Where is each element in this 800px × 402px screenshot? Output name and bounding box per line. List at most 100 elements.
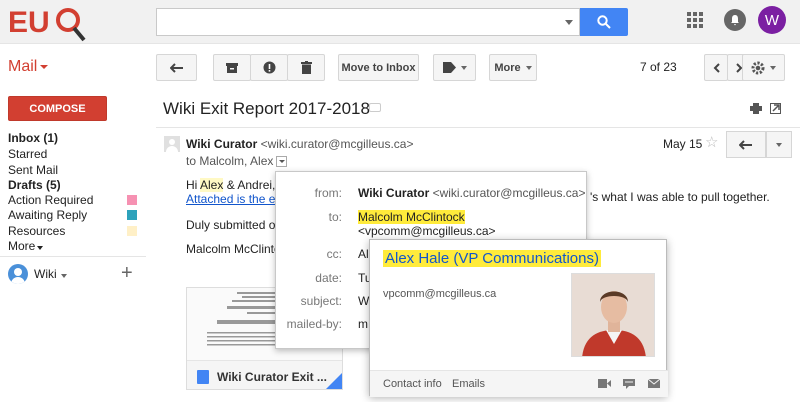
chevron-down-icon [60, 274, 67, 278]
sender[interactable]: Wiki Curator <wiki.curator@mcgilleus.ca> [186, 137, 413, 151]
search-input[interactable] [156, 8, 580, 36]
chevron-down-icon [37, 246, 44, 250]
search-options-chevron-icon[interactable] [565, 20, 573, 25]
star-icon[interactable]: ☆ [705, 133, 718, 151]
chevron-down-icon [776, 142, 782, 147]
sidebar-more-label: More [8, 239, 36, 253]
spam-icon [263, 61, 275, 74]
move-to-inbox-button[interactable]: Move to Inbox [338, 54, 419, 81]
contact-info-link[interactable]: Contact info [383, 378, 442, 390]
back-button[interactable] [156, 54, 197, 81]
details-mailedby-label: mailed-by: [286, 317, 342, 331]
details-to-label: to: [328, 210, 342, 224]
sidebar-item-drafts[interactable]: Drafts (5) [8, 177, 61, 193]
contact-card-footer: Contact info Emails [370, 370, 668, 397]
chevron-left-icon [713, 62, 720, 73]
details-subject-label: subject: [300, 294, 342, 308]
details-to-name: Malcolm McClintock [358, 210, 465, 224]
sidebar-item-action-required[interactable]: Action Required [8, 192, 93, 208]
sidebar-item-inbox[interactable]: Inbox (1) [8, 130, 58, 146]
mail-label: Mail [8, 58, 38, 75]
sidebar-item-awaiting-reply[interactable]: Awaiting Reply [8, 207, 87, 223]
body-line-continuation: 's what I was able to pull together. [590, 190, 770, 204]
label-color-swatch[interactable] [127, 226, 137, 236]
svg-text:EU: EU [8, 6, 50, 39]
details-cc-value: Al [358, 247, 369, 261]
google-doc-icon [197, 370, 209, 384]
details-date-label: date: [315, 271, 342, 285]
details-from-name: Wiki Curator [358, 186, 430, 200]
eus-logo[interactable]: EU [6, 2, 86, 42]
move-to-inbox-label: Move to Inbox [341, 61, 416, 74]
contact-email: vpcomm@mcgilleus.ca [383, 288, 497, 300]
attachment-link[interactable]: Attached is the ex [186, 192, 281, 206]
compose-button[interactable]: COMPOSE [8, 96, 107, 121]
sidebar-item-resources[interactable]: Resources [8, 223, 65, 239]
sidebar-divider [0, 256, 146, 257]
show-details-chevron-icon[interactable] [276, 156, 288, 168]
emails-link[interactable]: Emails [452, 378, 485, 390]
back-arrow-icon [169, 62, 183, 73]
sidebar-item-sent-mail[interactable]: Sent Mail [8, 162, 58, 178]
contact-name[interactable]: Alex Hale (VP Communications) [383, 250, 601, 267]
sidebar-item-more[interactable]: More [8, 238, 44, 254]
apps-grid-icon[interactable] [687, 12, 703, 28]
tag-icon [442, 62, 456, 73]
add-icon[interactable]: + [121, 262, 133, 285]
reply-button[interactable] [726, 131, 766, 158]
search-button[interactable] [580, 8, 628, 36]
body-signature: Malcolm McClinto [186, 242, 281, 256]
details-from-email: <wiki.curator@mcgilleus.ca> [432, 186, 586, 200]
details-from-label: from: [314, 186, 342, 200]
pagination-count: 7 of 23 [640, 60, 677, 74]
report-spam-button[interactable] [250, 54, 288, 81]
contact-photo [571, 273, 655, 357]
details-to-value: Malcolm McClintock <vpcomm@mcgilleus.ca> [358, 210, 496, 238]
reply-more-button[interactable] [766, 131, 792, 158]
notifications-bell-icon[interactable] [724, 9, 746, 31]
label-color-swatch[interactable] [127, 195, 137, 205]
settings-button[interactable] [742, 54, 785, 81]
more-button[interactable]: More [489, 54, 537, 81]
hangouts-avatar[interactable] [8, 264, 28, 284]
sender-email: <wiki.curator@mcgilleus.ca> [260, 137, 414, 151]
print-icon[interactable] [750, 103, 762, 114]
sender-avatar[interactable] [164, 136, 180, 158]
email-icon[interactable] [648, 379, 660, 388]
labels-button[interactable] [433, 54, 476, 81]
newer-button[interactable] [704, 54, 728, 81]
chevron-down-icon [460, 65, 467, 70]
new-window-icon[interactable] [770, 103, 781, 114]
body-line: Duly submitted or [186, 218, 280, 232]
chevron-down-icon [40, 64, 49, 69]
greeting-suffix: & Andrei, [223, 178, 276, 192]
more-label: More [494, 61, 521, 74]
sidebar-item-starred[interactable]: Starred [8, 146, 47, 162]
mail-switcher[interactable]: Mail [8, 58, 49, 76]
subject-divider [156, 127, 800, 128]
hangouts-user-name: Wiki [34, 267, 57, 281]
hangouts-user[interactable]: Wiki [34, 267, 67, 281]
body-greeting: Hi Alex & Andrei, [186, 178, 275, 192]
chat-icon[interactable] [623, 379, 635, 389]
delete-button[interactable] [287, 54, 325, 81]
message-subject: Wiki Exit Report 2017-2018 [163, 99, 370, 118]
sender-name: Wiki Curator [186, 137, 258, 151]
label-tag-icon[interactable] [369, 103, 381, 112]
details-mailedby-value: m [358, 317, 368, 331]
account-avatar[interactable]: W [758, 6, 786, 34]
attachment-fold-corner [326, 373, 342, 389]
search-icon [597, 15, 611, 29]
greeting-prefix: Hi [186, 178, 201, 192]
details-to-email: <vpcomm@mcgilleus.ca> [358, 224, 496, 238]
chevron-down-icon [525, 65, 532, 70]
top-bar: EU W [0, 0, 800, 44]
attachment-footer: Wiki Curator Exit ... [187, 360, 342, 389]
recipients-text: to Malcolm, Alex [186, 154, 274, 168]
archive-button[interactable] [213, 54, 251, 81]
contact-hovercard: Alex Hale (VP Communications) vpcomm@mcg… [369, 239, 668, 397]
archive-icon [226, 62, 238, 73]
label-color-swatch[interactable] [127, 210, 137, 220]
video-call-icon[interactable] [598, 379, 611, 388]
reply-icon [739, 139, 752, 150]
